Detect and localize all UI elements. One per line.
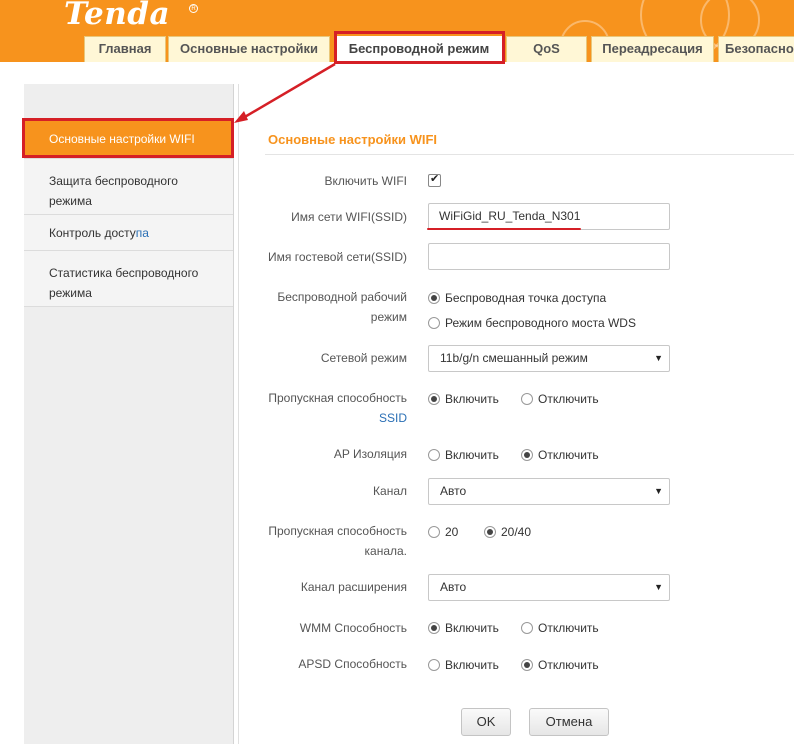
annotation-arrow-icon <box>234 62 336 123</box>
